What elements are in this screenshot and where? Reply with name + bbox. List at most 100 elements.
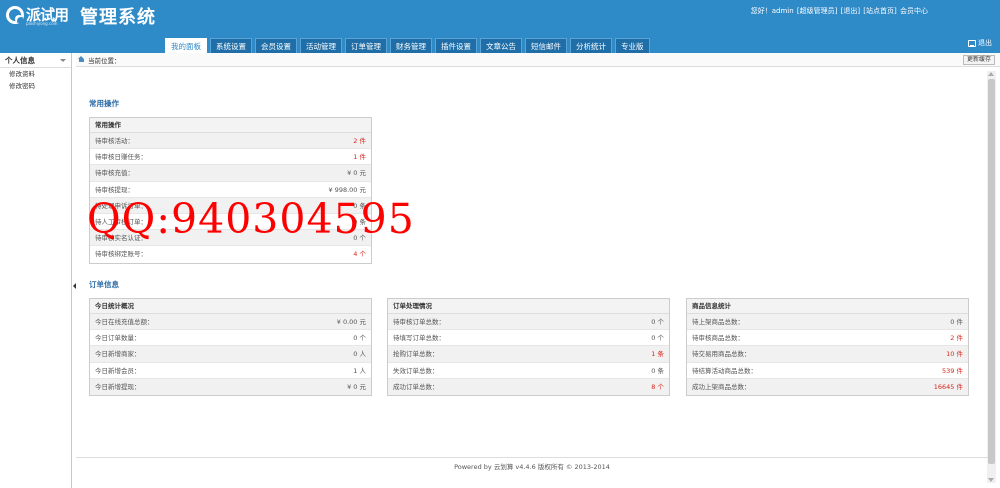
- table-row[interactable]: 待结算活动商品总数： 539 件: [687, 363, 968, 379]
- row-value: 0 个: [353, 334, 366, 343]
- sidebar-item-edit-profile[interactable]: 修改资料: [0, 68, 71, 80]
- home-icon: [78, 56, 85, 62]
- table-row[interactable]: 今日在线充值总额： ¥ 0.00 元: [90, 314, 371, 331]
- panel-rows: 待上架商品总数： 0 件 待审核商品总数： 2 件 待交易用商品总数： 10 件 待结…: [687, 314, 968, 395]
- user-greeting: 您好！admin: [750, 7, 794, 15]
- row-label: 今日新增会员：: [95, 366, 141, 375]
- refresh-cache-button[interactable]: 更新缓存: [962, 55, 995, 65]
- row-value: 1 人: [353, 366, 366, 375]
- table-row[interactable]: 待交易用商品总数： 10 件: [687, 346, 968, 363]
- user-bar: 您好！admin [超级管理员] [退出] [站点首页] 会员中心: [751, 6, 928, 16]
- table-row[interactable]: 待审核商品总数： 2 件: [687, 330, 968, 347]
- row-label: 待交易用商品总数：: [692, 350, 751, 359]
- row-value: 2 件: [950, 334, 963, 343]
- row-label: 待上架商品总数：: [692, 318, 744, 326]
- logo-icon: [6, 6, 24, 24]
- row-value: ¥ 0 元: [347, 169, 366, 178]
- tab-order-management[interactable]: 订单管理: [345, 38, 387, 53]
- tab-member-settings[interactable]: 会员设置: [255, 38, 297, 53]
- watermark: QQ:940304595: [87, 195, 415, 243]
- tab-my-panel[interactable]: 我的面板: [165, 38, 207, 53]
- row-label: 待结算活动商品总数：: [692, 366, 757, 375]
- table-row[interactable]: 成功上架商品总数： 16645 件: [687, 378, 968, 395]
- scrollbar[interactable]: [987, 71, 996, 483]
- logo-subtext: paishiyong.com: [26, 21, 58, 26]
- panel-title: 常用操作: [90, 118, 371, 133]
- tab-finance-management[interactable]: 财务管理: [390, 38, 432, 53]
- row-label: 今日订单数量：: [95, 334, 141, 343]
- table-row[interactable]: 待审核活动： 2 件: [90, 133, 371, 150]
- panel-rows: 今日在线充值总额： ¥ 0.00 元 今日订单数量： 0 个 今日新增商家： 0 人 …: [90, 314, 371, 395]
- row-label: 今日新增商家：: [95, 350, 141, 359]
- tab-activity-management[interactable]: 活动管理: [300, 38, 342, 53]
- site-title: 管理系统: [80, 7, 156, 28]
- logout-link[interactable]: [退出]: [841, 7, 860, 15]
- today-stats-panel: 今日统计概况 今日在线充值总额： ¥ 0.00 元 今日订单数量： 0 个 今日新增…: [89, 298, 372, 396]
- sidebar-header[interactable]: 个人信息: [0, 53, 71, 68]
- site-home-link[interactable]: [站点首页]: [863, 7, 896, 15]
- member-center-link[interactable]: 会员中心: [900, 7, 928, 15]
- row-label: 待审核商品总数：: [692, 334, 744, 343]
- chevron-down-icon[interactable]: [60, 59, 66, 62]
- tab-articles[interactable]: 文章公告: [480, 38, 522, 53]
- table-row[interactable]: 待审核订单总数： 0 个: [388, 314, 669, 331]
- row-label: 抢购订单总数：: [393, 350, 439, 359]
- row-label: 今日新增提现：: [95, 382, 141, 391]
- table-row[interactable]: 今日新增会员： 1 人: [90, 363, 371, 379]
- breadcrumb: 当前位置： 更新缓存: [76, 53, 1000, 67]
- row-value: 10 件: [946, 350, 963, 359]
- tab-statistics[interactable]: 分析统计: [570, 38, 612, 53]
- table-row[interactable]: 待审核日赚任务： 1 件: [90, 149, 371, 166]
- row-value: 1 条: [651, 350, 664, 359]
- row-value: 0 条: [651, 366, 664, 375]
- panel-title: 订单处理情况: [388, 299, 669, 314]
- tab-pro-edition[interactable]: 专业版: [615, 38, 650, 53]
- row-label: 成功上架商品总数：: [692, 382, 751, 391]
- row-label: 失效订单总数：: [393, 366, 439, 375]
- row-value: 539 件: [942, 366, 963, 375]
- logout-button[interactable]: 退出: [968, 38, 992, 48]
- tab-system-settings[interactable]: 系统设置: [210, 38, 252, 53]
- row-label: 今日在线充值总额：: [95, 318, 154, 326]
- scroll-up-icon[interactable]: [988, 72, 994, 76]
- row-value: 0 件: [950, 318, 963, 326]
- section-title-orders: 订单信息: [89, 280, 119, 289]
- table-row[interactable]: 成功订单总数： 8 个: [388, 378, 669, 395]
- row-value: 16645 件: [933, 382, 963, 391]
- logo[interactable]: 派试用 paishiyong.com: [6, 4, 72, 28]
- table-row[interactable]: 今日订单数量： 0 个: [90, 330, 371, 347]
- row-value: 0 人: [353, 350, 366, 359]
- row-label: 待审核订单总数：: [393, 318, 445, 326]
- row-value: 0 个: [651, 334, 664, 343]
- sidebar-title: 个人信息: [5, 56, 35, 65]
- section-title-common: 常用操作: [89, 99, 119, 108]
- table-row[interactable]: 待上架商品总数： 0 件: [687, 314, 968, 331]
- role-link[interactable]: [超级管理员]: [797, 7, 837, 15]
- table-row[interactable]: 待填写订单总数： 0 个: [388, 330, 669, 347]
- scroll-down-icon[interactable]: [988, 478, 994, 482]
- table-row[interactable]: 失效订单总数： 0 条: [388, 363, 669, 379]
- main-content: 当前位置： 更新缓存 常用操作 常用操作 待审核活动： 2 件 待审核日赚任务： 1…: [76, 53, 1000, 488]
- table-row[interactable]: 抢购订单总数： 1 条: [388, 346, 669, 363]
- scrollbar-thumb[interactable]: [988, 79, 995, 464]
- row-label: 待填写订单总数：: [393, 334, 445, 343]
- tab-sms-email[interactable]: 短信邮件: [525, 38, 567, 53]
- row-value: 8 个: [651, 382, 664, 391]
- panel-rows: 待审核订单总数： 0 个 待填写订单总数： 0 个 抢购订单总数： 1 条 失效订单总…: [388, 314, 669, 395]
- panel-title: 今日统计概况: [90, 299, 371, 314]
- header: 派试用 paishiyong.com 管理系统 您好！admin [超级管理员]…: [0, 0, 1000, 53]
- row-value: 0 个: [651, 318, 664, 326]
- tab-plugin-settings[interactable]: 插件设置: [435, 38, 477, 53]
- table-row[interactable]: 今日新增商家： 0 人: [90, 346, 371, 363]
- breadcrumb-label: 当前位置：: [88, 57, 121, 65]
- table-row[interactable]: 今日新增提现： ¥ 0 元: [90, 378, 371, 395]
- sidebar-item-change-password[interactable]: 修改密码: [0, 80, 71, 92]
- row-value: ¥ 0.00 元: [336, 318, 366, 326]
- row-value: 4 个: [353, 250, 366, 259]
- sidebar: 个人信息 修改资料 修改密码: [0, 53, 72, 488]
- table-row[interactable]: 待审核绑定账号： 4 个: [90, 246, 371, 262]
- logout-label: 退出: [978, 39, 992, 47]
- table-row[interactable]: 待审核充值： ¥ 0 元: [90, 165, 371, 182]
- footer: Powered by 云划算 v4.4.6 版权所有 © 2013-2014: [76, 457, 988, 471]
- row-label: 待审核绑定账号：: [95, 250, 147, 259]
